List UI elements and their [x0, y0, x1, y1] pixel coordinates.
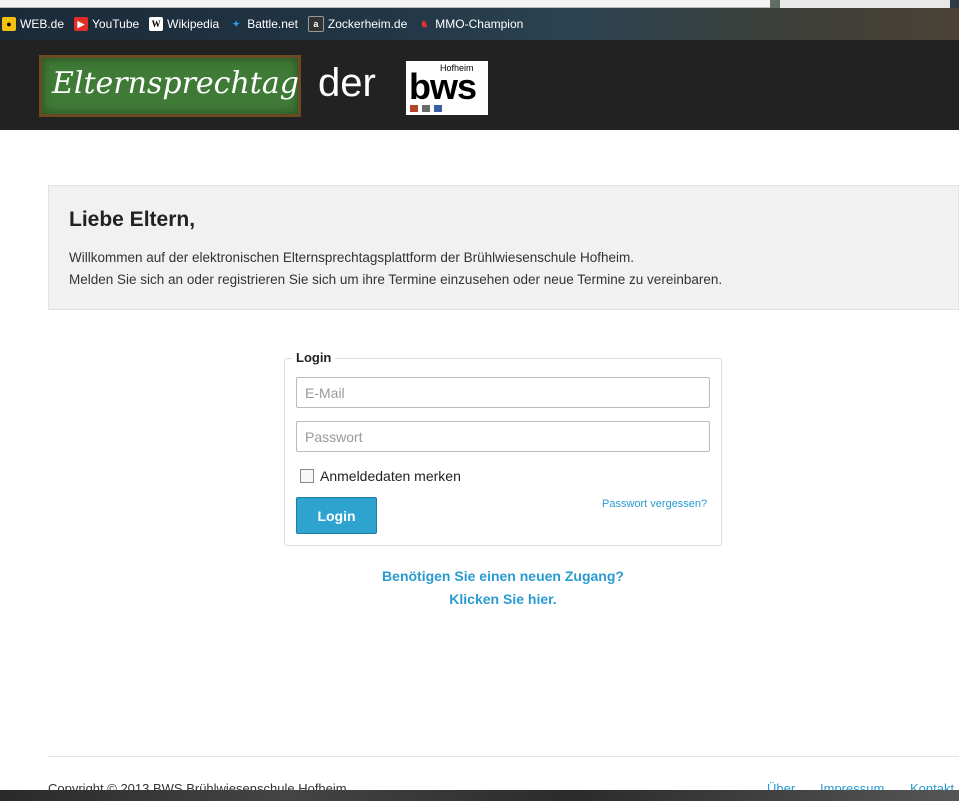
zockerheim-icon: a [307, 16, 324, 32]
bookmark-mmo-champion[interactable]: ♞ MMO-Champion [415, 17, 525, 31]
remember-me[interactable]: Anmeldedaten merken [300, 468, 461, 484]
remember-label: Anmeldedaten merken [320, 468, 461, 484]
logo-square [434, 105, 442, 112]
register-link-question[interactable]: Benötigen Sie einen neuen Zugang? [284, 568, 722, 584]
web-de-icon: ● [2, 17, 16, 31]
url-field-stub[interactable] [0, 0, 770, 8]
bookmark-label: Battle.net [247, 17, 298, 31]
welcome-text-line2: Melden Sie sich an oder registrieren Sie… [69, 272, 723, 287]
bookmark-label: WEB.de [20, 17, 65, 31]
bookmark-label: YouTube [92, 17, 140, 31]
bookmarks-bar: ● WEB.de ▶ YouTube W Wikipedia ✦ Battle.… [0, 8, 959, 40]
header-connector: der [318, 61, 376, 105]
email-field[interactable] [296, 377, 710, 408]
logo-text: Elternsprechtag [52, 66, 299, 101]
remember-checkbox[interactable] [300, 469, 314, 483]
welcome-title: Liebe Eltern, [69, 208, 196, 231]
welcome-text-line1: Willkommen auf der elektronischen Eltern… [69, 250, 635, 265]
footer-divider [48, 756, 959, 757]
bookmark-battlenet[interactable]: ✦ Battle.net [227, 17, 300, 31]
battlenet-icon: ✦ [232, 18, 240, 29]
school-logo-name: bws [409, 66, 477, 107]
bookmark-web-de[interactable]: ● WEB.de [0, 17, 66, 31]
browser-address-bar [0, 0, 959, 8]
login-button[interactable]: Login [296, 497, 377, 534]
browser-tab-stub[interactable] [780, 0, 950, 8]
welcome-panel: Liebe Eltern, Willkommen auf der elektro… [48, 185, 959, 310]
youtube-icon: ▶ [74, 17, 89, 31]
logo-square [410, 105, 418, 112]
bookmark-youtube[interactable]: ▶ YouTube [72, 17, 141, 31]
bookmark-zockerheim[interactable]: a Zockerheim.de [306, 16, 409, 32]
wikipedia-icon: W [149, 17, 164, 31]
mmo-champion-icon: ♞ [420, 18, 429, 29]
os-taskbar [0, 790, 959, 801]
register-link[interactable]: Klicken Sie hier. [284, 591, 722, 607]
logo-square [422, 105, 430, 112]
site-header: Elternsprechtag der Hofheim bws [0, 40, 959, 130]
bookmark-wikipedia[interactable]: W Wikipedia [147, 17, 221, 31]
login-legend: Login [292, 350, 336, 365]
forgot-password-link[interactable]: Passwort vergessen? [602, 498, 707, 510]
password-field[interactable] [296, 421, 710, 452]
school-logo: Hofheim bws [406, 61, 488, 115]
bookmark-label: Wikipedia [167, 17, 220, 31]
bookmark-label: MMO-Champion [435, 17, 524, 31]
elternsprechtag-logo[interactable]: Elternsprechtag [39, 55, 301, 117]
bookmark-label: Zockerheim.de [327, 17, 408, 31]
